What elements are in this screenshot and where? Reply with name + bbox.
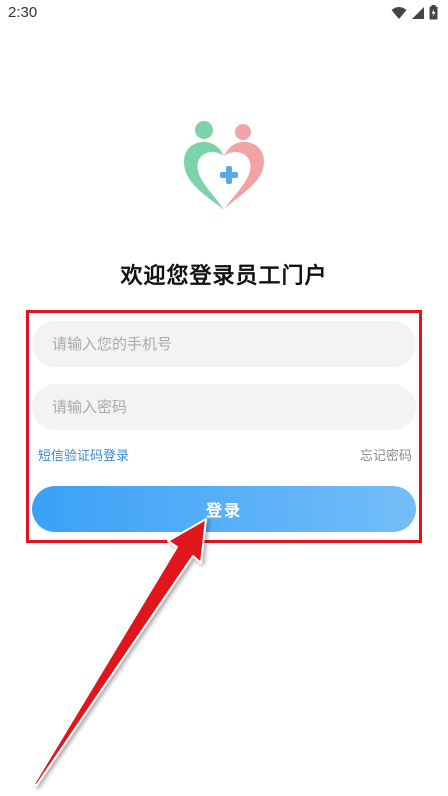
status-time: 2:30 xyxy=(8,4,38,21)
annotation-highlight-box xyxy=(26,310,422,543)
healthcare-heart-logo xyxy=(184,121,264,210)
wifi-icon xyxy=(391,6,407,19)
page-title: 欢迎您登录员工门户 xyxy=(120,264,328,289)
signal-icon xyxy=(412,6,424,19)
status-icons xyxy=(391,5,438,20)
status-bar: 2:30 xyxy=(0,0,448,26)
battery-icon xyxy=(429,5,438,20)
